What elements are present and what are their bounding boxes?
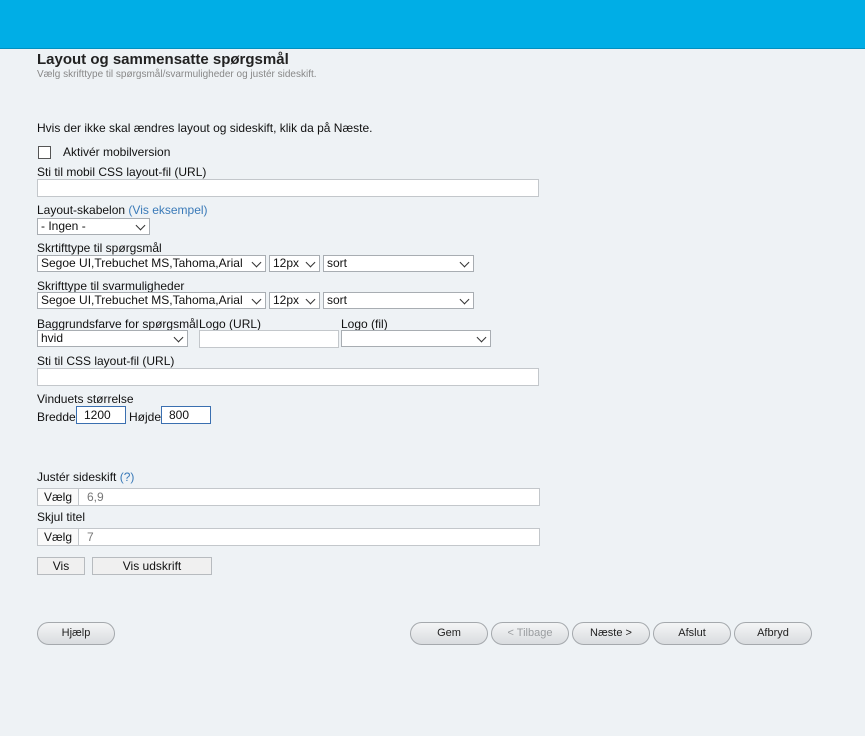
mobile-version-label: Aktivér mobilversion [63, 145, 171, 159]
chevron-down-icon [305, 257, 316, 268]
save-button[interactable]: Gem [410, 622, 488, 645]
print-preview-button[interactable]: Vis udskrift [92, 557, 212, 575]
chevron-down-icon [251, 257, 262, 268]
view-example-link[interactable]: (Vis eksempel) [128, 203, 207, 217]
hide-title-label: Skjul titel [37, 510, 86, 524]
page-break-value[interactable]: 6,9 [87, 489, 104, 505]
page-break-select-button[interactable]: Vælg [38, 489, 80, 505]
question-font-size-select[interactable]: 12px [269, 255, 320, 272]
mobile-version-checkbox[interactable] [38, 146, 51, 159]
hide-title-select-button[interactable]: Vælg [38, 529, 80, 545]
question-font-label: Skrtifttype til spørgsmål [37, 241, 162, 255]
page-break-help-link[interactable]: (?) [120, 470, 135, 484]
css-file-label: Sti til CSS layout-fil (URL) [37, 354, 175, 368]
back-button[interactable]: < Tilbage [491, 622, 569, 645]
chevron-down-icon [251, 294, 262, 305]
logo-file-label: Logo (fil) [341, 317, 388, 331]
chevron-down-icon [135, 220, 146, 231]
template-select[interactable]: - Ingen - [37, 218, 150, 235]
background-color-select[interactable]: hvid [37, 330, 188, 347]
height-input[interactable]: 800 [161, 406, 211, 424]
width-label: Bredde [37, 410, 76, 424]
finish-button[interactable]: Afslut [653, 622, 731, 645]
chevron-down-icon [476, 332, 487, 343]
question-font-color-select[interactable]: sort [323, 255, 474, 272]
chevron-down-icon [305, 294, 316, 305]
logo-url-label: Logo (URL) [199, 317, 262, 331]
page-break-label: Justér sideskift (?) [37, 470, 135, 484]
width-input[interactable]: 1200 [76, 406, 126, 424]
page-subtitle: Vælg skrifttype til spørgsmål/svarmuligh… [37, 69, 317, 80]
question-font-family-select[interactable]: Segoe UI,Trebuchet MS,Tahoma,Arial [37, 255, 266, 272]
answer-font-color-select[interactable]: sort [323, 292, 474, 309]
page-break-field: Vælg 6,9 [37, 488, 540, 506]
mobile-css-input[interactable] [37, 179, 539, 197]
background-color-label: Baggrundsfarve for spørgsmål [37, 317, 199, 331]
cancel-button[interactable]: Afbryd [734, 622, 812, 645]
chevron-down-icon [459, 257, 470, 268]
answer-font-label: Skrifttype til svarmuligheder [37, 279, 185, 293]
hide-title-field: Vælg 7 [37, 528, 540, 546]
chevron-down-icon [459, 294, 470, 305]
chevron-down-icon [173, 332, 184, 343]
top-banner [0, 0, 865, 49]
height-label: Højde [129, 410, 162, 424]
intro-text: Hvis der ikke skal ændres layout og side… [37, 121, 373, 135]
answer-font-size-select[interactable]: 12px [269, 292, 320, 309]
template-label: Layout-skabelon (Vis eksempel) [37, 203, 208, 217]
answer-font-family-select[interactable]: Segoe UI,Trebuchet MS,Tahoma,Arial [37, 292, 266, 309]
help-button[interactable]: Hjælp [37, 622, 115, 645]
next-button[interactable]: Næste > [572, 622, 650, 645]
show-button[interactable]: Vis [37, 557, 85, 575]
logo-url-input[interactable] [199, 330, 339, 348]
hide-title-value[interactable]: 7 [87, 529, 94, 545]
window-size-label: Vinduets størrelse [37, 392, 134, 406]
mobile-css-label: Sti til mobil CSS layout-fil (URL) [37, 165, 207, 179]
logo-file-select[interactable] [341, 330, 491, 347]
page-title: Layout og sammensatte spørgsmål [37, 51, 289, 68]
css-file-input[interactable] [37, 368, 539, 386]
